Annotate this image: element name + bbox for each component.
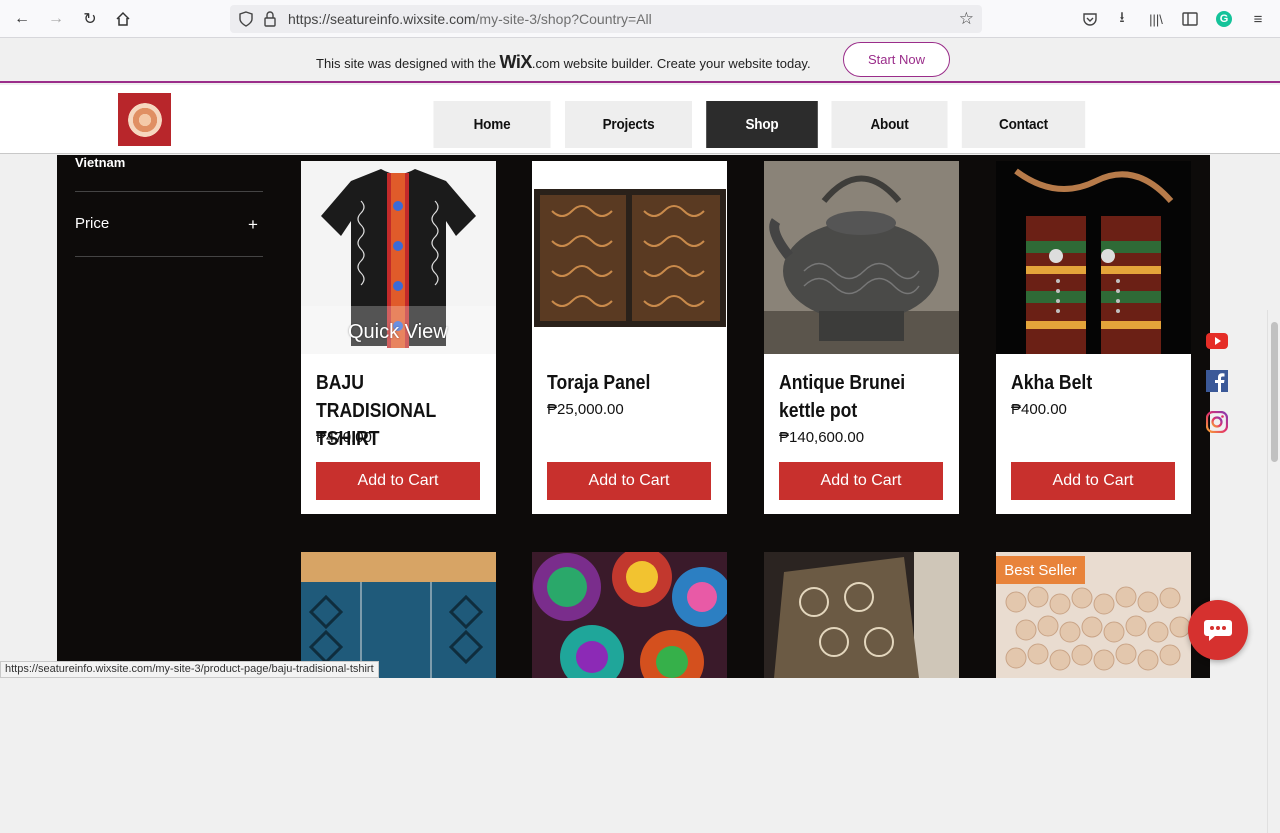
- star-icon[interactable]: ☆: [959, 9, 974, 29]
- facebook-icon[interactable]: [1206, 370, 1228, 392]
- quick-view-button[interactable]: Quick View: [348, 321, 448, 344]
- download-icon[interactable]: ⭳: [1112, 9, 1132, 29]
- forward-icon[interactable]: →: [45, 8, 67, 30]
- product-card[interactable]: Toraja Panel ₱25,000.00 Add to Cart: [532, 161, 727, 514]
- product-card[interactable]: Quick View BAJU TRADISIONAL TSHIRT ₱470.…: [301, 161, 496, 514]
- library-icon[interactable]: |||\: [1146, 9, 1166, 29]
- shop-panel: Vietnam Price + Quick View BAJU TRADISIO…: [57, 155, 1210, 694]
- start-now-button[interactable]: Start Now: [843, 42, 950, 77]
- status-bar-url: https://seatureinfo.wixsite.com/my-site-…: [0, 661, 379, 678]
- wix-banner-text: This site was designed with the WiX.com …: [316, 52, 811, 72]
- nav-contact[interactable]: Contact: [961, 101, 1086, 148]
- back-icon[interactable]: ←: [11, 8, 33, 30]
- product-image[interactable]: [532, 547, 732, 694]
- plus-icon[interactable]: +: [248, 215, 258, 235]
- scroll-thumb[interactable]: [1271, 322, 1278, 462]
- url-bar[interactable]: https://seatureinfo.wixsite.com/my-site-…: [230, 5, 982, 33]
- product-card[interactable]: Akha Belt ₱400.00 Add to Cart: [996, 161, 1191, 514]
- product-card[interactable]: [532, 547, 732, 694]
- shield-icon[interactable]: [238, 11, 254, 32]
- add-to-cart-button[interactable]: Add to Cart: [547, 462, 711, 500]
- chat-icon: [1204, 620, 1232, 641]
- nav-projects[interactable]: Projects: [565, 101, 692, 148]
- wix-banner: This site was designed with the WiX.com …: [0, 38, 1280, 83]
- product-name[interactable]: Toraja Panel: [547, 369, 697, 397]
- filter-divider: [75, 256, 263, 257]
- reload-icon[interactable]: ↻: [79, 8, 101, 30]
- add-to-cart-button[interactable]: Add to Cart: [779, 462, 943, 500]
- product-image[interactable]: [764, 552, 959, 678]
- filter-country-vietnam[interactable]: Vietnam: [75, 155, 125, 170]
- product-card[interactable]: [764, 552, 959, 678]
- site-header: Home Projects Shop About Contact: [0, 85, 1280, 154]
- product-price: ₱400.00: [1011, 401, 1067, 418]
- product-card[interactable]: Antique Brunei kettle pot ₱140,600.00 Ad…: [764, 161, 959, 514]
- product-image[interactable]: [532, 161, 727, 354]
- add-to-cart-button[interactable]: Add to Cart: [1011, 462, 1175, 500]
- product-price: ₱140,600.00: [779, 429, 865, 446]
- product-image[interactable]: [301, 552, 496, 678]
- logo-flower-icon: [127, 102, 162, 137]
- add-to-cart-button[interactable]: Add to Cart: [316, 462, 480, 500]
- filter-divider: [75, 191, 263, 192]
- nav-about[interactable]: About: [831, 101, 948, 148]
- lock-icon[interactable]: [263, 11, 277, 32]
- best-seller-badge: Best Seller: [996, 556, 1085, 584]
- nav-home[interactable]: Home: [433, 101, 551, 148]
- page-scrollbar[interactable]: [1267, 310, 1280, 833]
- sidebar-icon[interactable]: [1180, 9, 1200, 29]
- product-name[interactable]: Antique Brunei kettle pot: [779, 369, 929, 425]
- menu-icon[interactable]: ≡: [1248, 9, 1268, 29]
- browser-toolbar: ← → ↻ https://seatureinfo.wixsite.com/my…: [0, 0, 1280, 38]
- site-logo[interactable]: [118, 93, 171, 146]
- instagram-icon[interactable]: [1206, 411, 1228, 433]
- product-image[interactable]: [996, 161, 1191, 354]
- chat-button[interactable]: [1188, 600, 1248, 660]
- nav-shop[interactable]: Shop: [706, 101, 818, 148]
- product-price: ₱470.00: [316, 429, 372, 446]
- filter-price-label[interactable]: Price: [75, 215, 109, 232]
- page-body: Vietnam Price + Quick View BAJU TRADISIO…: [0, 155, 1280, 833]
- product-name[interactable]: Akha Belt: [1011, 369, 1161, 397]
- product-image[interactable]: Quick View: [301, 161, 496, 354]
- product-card[interactable]: [301, 552, 496, 678]
- product-image[interactable]: [764, 161, 959, 354]
- product-card[interactable]: Best Seller: [996, 552, 1191, 678]
- youtube-icon[interactable]: [1206, 330, 1228, 352]
- pocket-icon[interactable]: [1080, 9, 1100, 29]
- home-icon[interactable]: [112, 8, 134, 30]
- url-text: https://seatureinfo.wixsite.com/my-site-…: [288, 11, 652, 27]
- main-nav: Home Projects Shop About Contact: [427, 101, 1093, 148]
- grammarly-icon[interactable]: G: [1214, 9, 1234, 29]
- product-price: ₱25,000.00: [547, 401, 624, 418]
